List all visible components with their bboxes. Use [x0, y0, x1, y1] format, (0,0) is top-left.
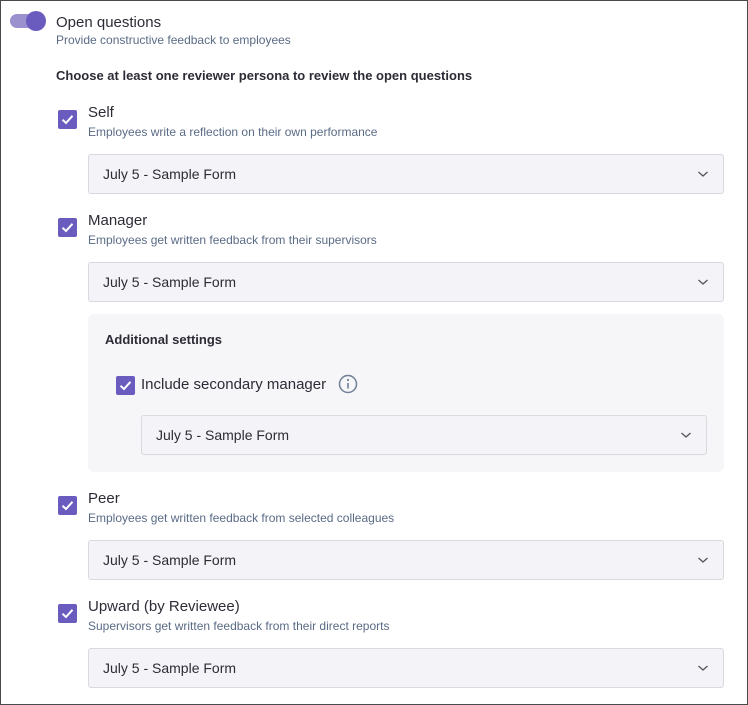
- manager-form-value: July 5 - Sample Form: [103, 274, 237, 290]
- checkmark-icon: [61, 501, 74, 511]
- chevron-down-icon: [698, 665, 708, 671]
- open-questions-panel: Open questions Provide constructive feed…: [0, 0, 748, 705]
- info-icon[interactable]: [338, 374, 358, 394]
- peer-checkbox[interactable]: [58, 496, 77, 515]
- chevron-down-icon: [698, 279, 708, 285]
- open-questions-toggle[interactable]: [10, 11, 47, 31]
- upward-form-select[interactable]: July 5 - Sample Form: [88, 648, 724, 688]
- upward-form-value: July 5 - Sample Form: [103, 660, 237, 676]
- reviewer-instruction: Choose at least one reviewer persona to …: [56, 68, 473, 83]
- chevron-down-icon: [698, 557, 708, 563]
- self-form-select[interactable]: July 5 - Sample Form: [88, 154, 724, 194]
- peer-description: Employees get written feedback from sele…: [88, 511, 395, 525]
- section-title: Open questions: [56, 14, 162, 31]
- section-subtitle: Provide constructive feedback to employe…: [56, 33, 291, 47]
- checkmark-icon: [119, 381, 132, 391]
- additional-settings-panel: Additional settings Include secondary ma…: [88, 314, 724, 472]
- peer-form-value: July 5 - Sample Form: [103, 552, 237, 568]
- checkmark-icon: [61, 609, 74, 619]
- upward-checkbox[interactable]: [58, 604, 77, 623]
- manager-form-select[interactable]: July 5 - Sample Form: [88, 262, 724, 302]
- secondary-manager-form-value: July 5 - Sample Form: [156, 427, 290, 443]
- self-label: Self: [88, 104, 114, 121]
- manager-description: Employees get written feedback from thei…: [88, 233, 377, 247]
- toggle-knob: [26, 11, 46, 31]
- self-description: Employees write a reflection on their ow…: [88, 125, 378, 139]
- checkmark-icon: [61, 115, 74, 125]
- upward-label: Upward (by Reviewee): [88, 598, 240, 615]
- self-form-value: July 5 - Sample Form: [103, 166, 237, 182]
- chevron-down-icon: [681, 432, 691, 438]
- self-checkbox[interactable]: [58, 110, 77, 129]
- additional-settings-title: Additional settings: [105, 332, 222, 347]
- upward-description: Supervisors get written feedback from th…: [88, 619, 390, 633]
- checkmark-icon: [61, 223, 74, 233]
- secondary-manager-checkbox[interactable]: [116, 376, 135, 395]
- manager-checkbox[interactable]: [58, 218, 77, 237]
- chevron-down-icon: [698, 171, 708, 177]
- manager-label: Manager: [88, 212, 148, 229]
- peer-label: Peer: [88, 490, 120, 507]
- secondary-manager-form-select[interactable]: July 5 - Sample Form: [141, 415, 707, 455]
- secondary-manager-label: Include secondary manager: [141, 376, 327, 393]
- peer-form-select[interactable]: July 5 - Sample Form: [88, 540, 724, 580]
